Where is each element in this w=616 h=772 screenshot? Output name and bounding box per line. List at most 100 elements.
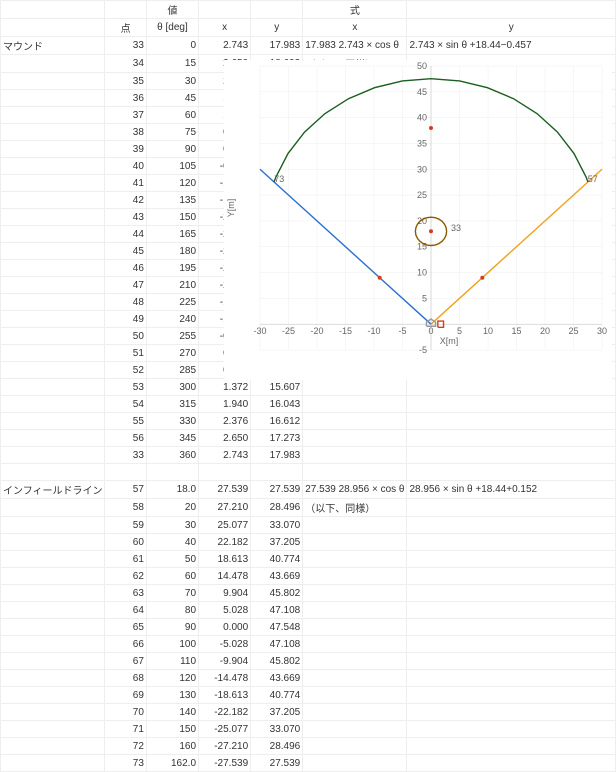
y-val: 17.273 [251, 430, 303, 447]
section-label [1, 499, 105, 517]
section-label [1, 738, 105, 755]
section-label [1, 619, 105, 636]
point-id: 43 [105, 209, 147, 226]
section-label [1, 260, 105, 277]
theta-val: 330 [146, 413, 198, 430]
point-id: 63 [105, 585, 147, 602]
point-id: 46 [105, 260, 147, 277]
formula-note [303, 755, 407, 772]
x-val: 22.182 [199, 534, 251, 551]
section-label [1, 328, 105, 345]
point-id: 40 [105, 158, 147, 175]
header-theta: θ [deg] [146, 19, 198, 37]
theta-val: 75 [146, 124, 198, 141]
theta-val: 165 [146, 226, 198, 243]
svg-text:45: 45 [417, 87, 427, 97]
markers-pt [429, 126, 433, 130]
section-label: インフィールドライン [1, 481, 105, 499]
theta-val: 30 [146, 73, 198, 90]
svg-text:30: 30 [417, 164, 427, 174]
theta-val: 100 [146, 636, 198, 653]
point-id: 66 [105, 636, 147, 653]
svg-text:35: 35 [417, 138, 427, 148]
point-id: 45 [105, 243, 147, 260]
formula-note [303, 517, 407, 534]
formula-note [303, 602, 407, 619]
theta-val: 90 [146, 619, 198, 636]
x-val: 27.210 [199, 499, 251, 517]
y-val: 33.070 [251, 721, 303, 738]
x-val: -27.539 [199, 755, 251, 772]
formula-y [407, 670, 616, 687]
formula-y [407, 755, 616, 772]
section-label [1, 192, 105, 209]
svg-text:15: 15 [511, 326, 521, 336]
theta-val: 120 [146, 670, 198, 687]
section-label [1, 124, 105, 141]
formula-note [303, 396, 407, 413]
formula-y [407, 413, 616, 430]
y-val: 45.802 [251, 585, 303, 602]
theta-val: 60 [146, 568, 198, 585]
section-label [1, 636, 105, 653]
formula-note [303, 653, 407, 670]
cell [407, 464, 616, 481]
svg-text:40: 40 [417, 113, 427, 123]
point-id: 39 [105, 141, 147, 158]
theta-val: 110 [146, 653, 198, 670]
section-label [1, 277, 105, 294]
point-id: 61 [105, 551, 147, 568]
formula-note [303, 687, 407, 704]
cell [1, 1, 105, 19]
svg-text:50: 50 [417, 61, 427, 71]
point-id: 33 [105, 37, 147, 55]
y-val: 37.205 [251, 704, 303, 721]
theta-val: 60 [146, 107, 198, 124]
y-val: 16.043 [251, 396, 303, 413]
theta-val: 0 [146, 37, 198, 55]
point-id: 35 [105, 73, 147, 90]
section-label [1, 209, 105, 226]
section-label [1, 311, 105, 328]
section-label [1, 107, 105, 124]
section-label [1, 158, 105, 175]
formula-y [407, 447, 616, 464]
point-id: 67 [105, 653, 147, 670]
svg-text:-25: -25 [282, 326, 295, 336]
formula-note: （以下、同様） [303, 499, 407, 517]
theta-val: 18.0 [146, 481, 198, 499]
formula-y [407, 721, 616, 738]
point-id: 49 [105, 311, 147, 328]
theta-val: 195 [146, 260, 198, 277]
formula-note [303, 670, 407, 687]
formula-y [407, 517, 616, 534]
point-id: 55 [105, 413, 147, 430]
formula-note [303, 568, 407, 585]
theta-val: 285 [146, 362, 198, 379]
y-val: 17.983 [251, 37, 303, 55]
x-val: 5.028 [199, 602, 251, 619]
header-y: y [251, 19, 303, 37]
svg-text:0: 0 [428, 326, 433, 336]
section-label [1, 585, 105, 602]
theta-val: 345 [146, 430, 198, 447]
theta-val: 15 [146, 55, 198, 73]
theta-val: 255 [146, 328, 198, 345]
point-id: 37 [105, 107, 147, 124]
formula-note: 27.539 28.956 × cos θ [303, 481, 407, 499]
point-id: 42 [105, 192, 147, 209]
formula-y [407, 534, 616, 551]
theta-val: 105 [146, 158, 198, 175]
formula-y [407, 636, 616, 653]
point-id: 69 [105, 687, 147, 704]
section-label [1, 90, 105, 107]
section-label [1, 687, 105, 704]
point-id: 64 [105, 602, 147, 619]
cell [105, 1, 147, 19]
theta-val: 45 [146, 90, 198, 107]
theta-val: 40 [146, 534, 198, 551]
svg-text:20: 20 [417, 216, 427, 226]
y-val: 43.669 [251, 670, 303, 687]
y-val: 17.983 [251, 447, 303, 464]
section-label [1, 653, 105, 670]
